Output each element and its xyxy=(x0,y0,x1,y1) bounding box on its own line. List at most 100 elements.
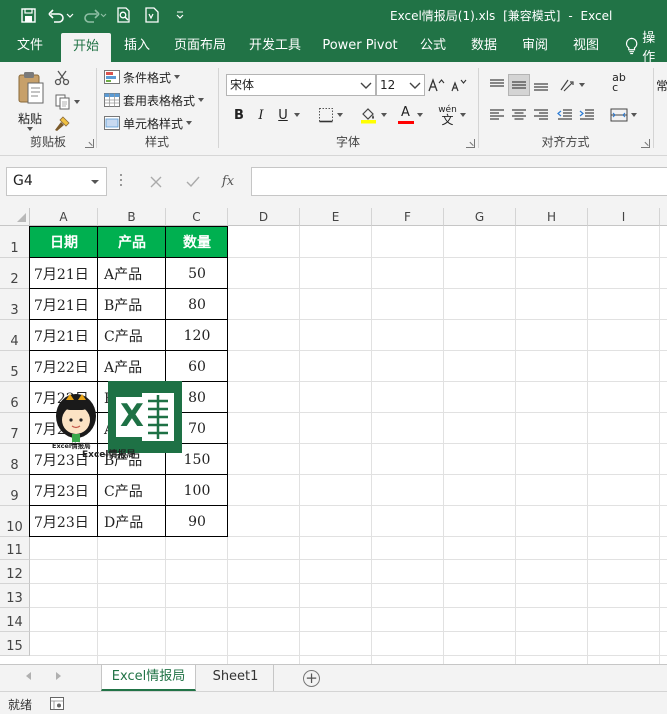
number-format-button[interactable]: 常 xyxy=(656,74,667,96)
table-cell[interactable]: B产品 xyxy=(98,289,166,320)
row-header-8[interactable]: 8 xyxy=(0,444,30,475)
row-header-13[interactable]: 13 xyxy=(0,584,30,608)
column-header-h[interactable]: H xyxy=(516,208,588,226)
cancel-entry-button[interactable] xyxy=(140,167,172,196)
select-all-corner[interactable] xyxy=(0,208,30,226)
save-button[interactable] xyxy=(14,5,42,25)
paste-button[interactable]: 粘贴 xyxy=(10,70,50,134)
row-header-7[interactable]: 7 xyxy=(0,413,30,444)
cell-styles-button[interactable]: 单元格样式 xyxy=(104,112,193,134)
formula-bar-grip[interactable] xyxy=(120,174,123,188)
insert-function-button[interactable]: fx xyxy=(212,167,244,196)
undo-button[interactable] xyxy=(42,5,80,25)
merge-center-button[interactable] xyxy=(606,104,640,126)
header-cell[interactable]: 日期 xyxy=(30,226,98,258)
increase-font-size-button[interactable] xyxy=(428,74,446,96)
row-header-3[interactable]: 3 xyxy=(0,289,30,320)
redo-button[interactable] xyxy=(80,5,110,25)
row-header-10[interactable]: 10 xyxy=(0,506,30,537)
table-cell[interactable]: 7月21日 xyxy=(30,289,98,320)
phonetic-button[interactable]: wén 文 xyxy=(434,104,470,126)
tab-developer[interactable]: 开发工具 xyxy=(243,30,307,62)
borders-button[interactable] xyxy=(314,104,346,126)
tab-insert[interactable]: 插入 xyxy=(116,30,158,62)
clipboard-dialog-launcher[interactable] xyxy=(85,139,94,148)
table-cell[interactable]: C产品 xyxy=(98,475,166,506)
format-as-table-button[interactable]: 套用表格格式 xyxy=(104,89,205,111)
table-cell[interactable]: A产品 xyxy=(98,258,166,289)
italic-button[interactable]: I xyxy=(252,104,270,126)
column-header-a[interactable]: A xyxy=(30,208,98,226)
row-header-5[interactable]: 5 xyxy=(0,351,30,382)
row-header-15[interactable]: 15 xyxy=(0,632,30,656)
tab-page-layout[interactable]: 页面布局 xyxy=(168,30,232,62)
table-cell[interactable]: 7月22日 xyxy=(30,351,98,382)
table-cell[interactable]: D产品 xyxy=(98,506,166,537)
add-sheet-button[interactable]: + xyxy=(303,670,320,687)
name-box[interactable]: G4 xyxy=(6,167,107,196)
align-left-button[interactable] xyxy=(486,104,508,126)
macro-record-icon[interactable] xyxy=(50,697,64,710)
tab-power-pivot[interactable]: Power Pivot xyxy=(318,30,402,62)
table-cell[interactable]: 7月23日 xyxy=(30,475,98,506)
table-cell[interactable]: 100 xyxy=(166,475,228,506)
table-cell[interactable]: 7月23日 xyxy=(30,506,98,537)
conditional-format-button[interactable]: 条件格式 xyxy=(104,66,181,88)
table-cell[interactable]: 80 xyxy=(166,289,228,320)
header-cell[interactable]: 数量 xyxy=(166,226,228,258)
decrease-indent-button[interactable] xyxy=(554,104,576,126)
align-right-button[interactable] xyxy=(530,104,552,126)
prev-sheet-arrow[interactable] xyxy=(26,672,31,680)
row-header-6[interactable]: 6 xyxy=(0,382,30,413)
tab-view[interactable]: 视图 xyxy=(566,30,606,62)
tab-review[interactable]: 审阅 xyxy=(515,30,555,62)
row-header-9[interactable]: 9 xyxy=(0,475,30,506)
header-cell[interactable]: 产品 xyxy=(98,226,166,258)
table-cell[interactable]: 50 xyxy=(166,258,228,289)
align-middle-button[interactable] xyxy=(508,74,530,96)
column-header-c[interactable]: C xyxy=(166,208,228,226)
underline-button[interactable]: U xyxy=(274,104,304,126)
customize-qat-button[interactable] xyxy=(166,5,194,25)
font-size-select[interactable]: 12 xyxy=(376,74,425,96)
decrease-font-size-button[interactable] xyxy=(450,74,468,96)
bold-button[interactable]: B xyxy=(230,104,248,126)
copy-button[interactable] xyxy=(50,92,84,112)
table-cell[interactable]: A产品 xyxy=(98,351,166,382)
wrap-text-button[interactable]: ab c xyxy=(606,72,632,94)
sheet-tab-excel[interactable]: Excel情报局 xyxy=(101,665,196,691)
format-painter-button[interactable] xyxy=(50,114,74,134)
orientation-button[interactable] xyxy=(554,74,588,96)
table-cell[interactable]: 60 xyxy=(166,351,228,382)
row-header-1[interactable]: 1 xyxy=(0,226,30,258)
fill-color-button[interactable] xyxy=(356,104,390,126)
formula-input[interactable] xyxy=(251,167,667,196)
cut-button[interactable] xyxy=(50,68,74,88)
column-header-d[interactable]: D xyxy=(228,208,300,226)
table-cell[interactable]: C产品 xyxy=(98,320,166,351)
tab-data[interactable]: 数据 xyxy=(464,30,504,62)
column-header-g[interactable]: G xyxy=(444,208,516,226)
row-header-11[interactable]: 11 xyxy=(0,537,30,560)
row-header-14[interactable]: 14 xyxy=(0,608,30,632)
row-header-12[interactable]: 12 xyxy=(0,560,30,584)
align-top-button[interactable] xyxy=(486,74,508,96)
font-dialog-launcher[interactable] xyxy=(466,139,475,148)
table-cell[interactable]: 7月21日 xyxy=(30,320,98,351)
column-header-i[interactable]: I xyxy=(588,208,660,226)
tab-file[interactable]: 文件 xyxy=(9,30,51,62)
print-preview-button[interactable] xyxy=(110,5,138,25)
tell-me-box[interactable]: 操作 xyxy=(625,30,667,65)
increase-indent-button[interactable] xyxy=(576,104,598,126)
table-cell[interactable]: 7月21日 xyxy=(30,258,98,289)
next-sheet-arrow[interactable] xyxy=(56,672,61,680)
table-cell[interactable]: 120 xyxy=(166,320,228,351)
tab-home[interactable]: 开始 xyxy=(61,33,111,62)
row-header-2[interactable]: 2 xyxy=(0,258,30,289)
column-header-b[interactable]: B xyxy=(98,208,166,226)
sheet-tab-sheet1[interactable]: Sheet1 xyxy=(198,665,274,691)
open-file-button[interactable] xyxy=(138,5,166,25)
confirm-entry-button[interactable] xyxy=(177,167,209,196)
table-cell[interactable]: 90 xyxy=(166,506,228,537)
tab-formulas[interactable]: 公式 xyxy=(413,30,453,62)
